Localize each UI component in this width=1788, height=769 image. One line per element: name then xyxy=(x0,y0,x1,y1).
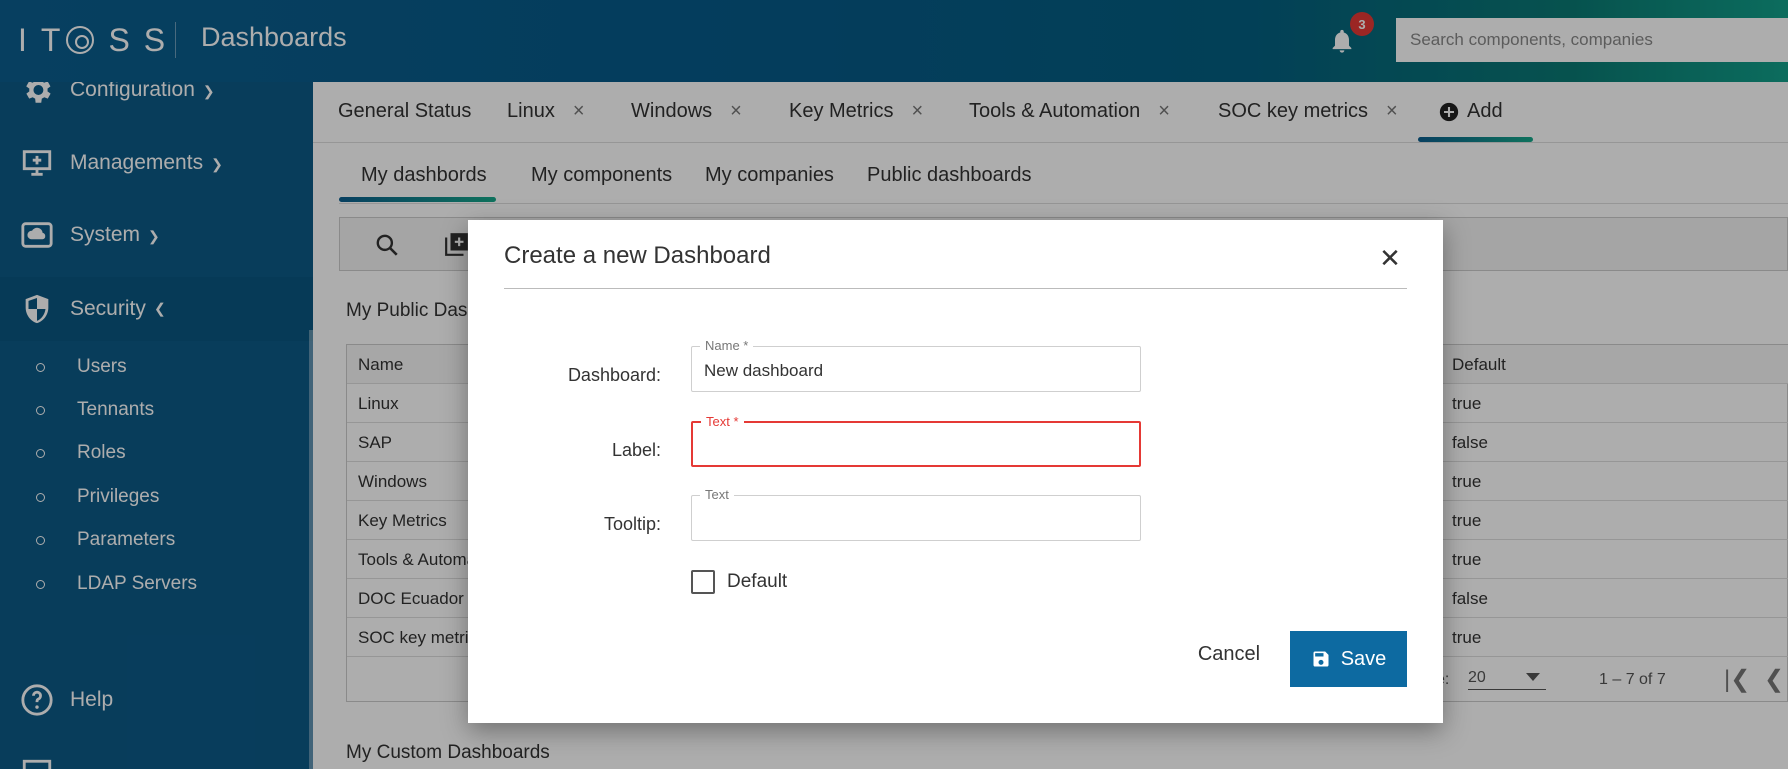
tooltip-label: Tooltip: xyxy=(603,514,661,534)
label-text-field[interactable]: Text * xyxy=(691,414,1141,467)
name-input[interactable] xyxy=(704,361,1124,381)
field-label: Name * xyxy=(700,338,754,353)
default-checkbox-row[interactable]: Default xyxy=(691,570,787,594)
field-label: Text xyxy=(700,487,734,502)
dashboard-label: Dashboard: xyxy=(567,365,661,385)
default-checkbox-label: Default xyxy=(727,571,788,592)
tooltip-text-input[interactable] xyxy=(704,510,1124,530)
create-dashboard-dialog: Create a new Dashboard ✕ Dashboard: Name… xyxy=(468,220,1443,723)
label-text-input[interactable] xyxy=(705,437,1125,457)
label-label: Label: xyxy=(611,440,661,460)
save-button[interactable]: Save xyxy=(1290,631,1407,687)
floppy-disk-icon xyxy=(1313,651,1329,667)
default-checkbox[interactable] xyxy=(691,570,715,594)
name-field[interactable]: Name * xyxy=(691,338,1141,392)
save-button-label: Save xyxy=(1340,647,1387,670)
dialog-title: Create a new Dashboard xyxy=(504,242,771,269)
field-label: Text * xyxy=(701,414,744,429)
tooltip-text-field[interactable]: Text xyxy=(691,487,1141,541)
cancel-button[interactable]: Cancel xyxy=(1174,634,1284,674)
dialog-divider xyxy=(504,288,1407,289)
close-icon[interactable]: ✕ xyxy=(1376,243,1404,273)
